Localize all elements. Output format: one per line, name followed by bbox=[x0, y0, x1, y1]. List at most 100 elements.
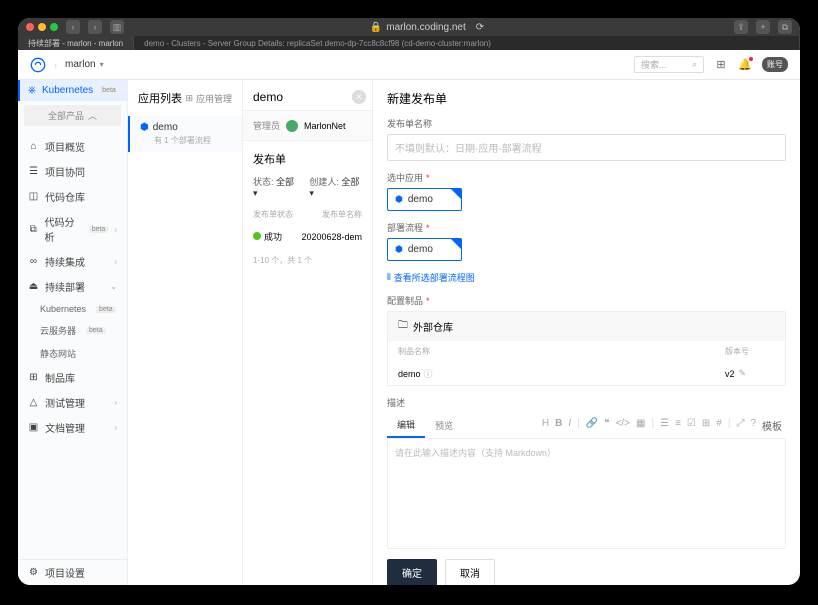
coding-logo-icon bbox=[30, 57, 46, 73]
pipeline-select[interactable]: ⬢demo bbox=[387, 238, 462, 261]
browser-tab-strip: 持续部署 - marlon - marlon demo - Clusters -… bbox=[18, 36, 800, 50]
image-icon[interactable]: ▦ bbox=[636, 418, 645, 433]
tab-edit[interactable]: 编辑 bbox=[387, 413, 425, 438]
share-icon[interactable]: ⇪ bbox=[734, 20, 748, 34]
beta-badge: beta bbox=[86, 327, 106, 334]
sidebar: ⎈ Kubernetes beta 全部产品 ︿ ⌂项目概览 ☰项目协同 ◫代码… bbox=[18, 80, 128, 585]
browser-tab[interactable]: 持续部署 - marlon - marlon bbox=[18, 36, 134, 50]
template-button[interactable]: 模板 bbox=[762, 418, 782, 433]
app-icon: ⬢ bbox=[395, 194, 403, 205]
kubernetes-icon: ⎈ bbox=[28, 85, 36, 96]
artifact-row: demoⓘ v2✎ bbox=[388, 362, 785, 385]
code-icon[interactable]: </> bbox=[616, 418, 630, 433]
close-panel-button[interactable]: × bbox=[352, 90, 366, 104]
sidebar-item-settings[interactable]: ⚙项目设置 bbox=[18, 560, 127, 585]
pipeline-label: 部署流程* bbox=[387, 221, 786, 234]
lock-icon: 🔒 bbox=[370, 22, 382, 33]
detail-column: × demo 管理员 MarlonNet 发布单 状态: 全部 ▾ 创建人: 全… bbox=[243, 80, 373, 585]
paging-text: 1-10 个，共 1 个 bbox=[243, 247, 372, 274]
new-tab-icon[interactable]: + bbox=[756, 20, 770, 34]
hash-icon[interactable]: # bbox=[716, 418, 722, 433]
admin-avatar-icon bbox=[286, 120, 298, 132]
sidebar-item-overview[interactable]: ⌂项目概览 bbox=[18, 134, 127, 159]
search-input[interactable]: 搜索... ⌕ bbox=[634, 56, 704, 73]
search-icon: ⌕ bbox=[692, 59, 697, 70]
description-editor[interactable]: 请在此输入描述内容（支持 Markdown） bbox=[387, 439, 786, 549]
editor-tabs: 编辑 预览 H B I | 🔗 ❝ </> ▦ | ☰ ≡ ☑ ⊞ # | ⤢ … bbox=[387, 413, 786, 439]
scan-icon[interactable]: ⊞ bbox=[714, 58, 728, 72]
tab-preview[interactable]: 预览 bbox=[425, 414, 463, 437]
flask-icon: △ bbox=[28, 397, 39, 408]
sidebar-toggle-icon[interactable]: ▥ bbox=[110, 20, 124, 34]
italic-icon[interactable]: I bbox=[568, 418, 571, 433]
table-icon[interactable]: ⊞ bbox=[702, 418, 710, 433]
reload-icon[interactable]: ⟳ bbox=[476, 22, 484, 33]
view-pipeline-link[interactable]: ⫴查看所选部署流程图 bbox=[387, 271, 786, 284]
heading-icon[interactable]: H bbox=[542, 418, 549, 433]
ol-icon[interactable]: ≡ bbox=[675, 418, 681, 433]
beta-badge: beta bbox=[99, 87, 119, 94]
app-label: 选中应用* bbox=[387, 171, 786, 184]
package-icon: ⊞ bbox=[28, 372, 39, 383]
name-input[interactable]: 不填则默认：日期-应用-部署流程 bbox=[387, 134, 786, 161]
artifact-table-header: 制品名称 版本号 bbox=[388, 341, 785, 362]
sidebar-item-cloud-server[interactable]: 云服务器beta bbox=[18, 319, 127, 342]
sidebar-item-test[interactable]: △测试管理› bbox=[18, 390, 127, 415]
panel-title: 新建发布单 bbox=[387, 90, 786, 107]
confirm-button[interactable]: 确定 bbox=[387, 559, 437, 585]
sidebar-item-docs[interactable]: ▣文档管理› bbox=[18, 415, 127, 440]
quote-icon[interactable]: ❝ bbox=[604, 418, 609, 433]
doc-icon: ▣ bbox=[28, 422, 39, 433]
sidebar-item-analysis[interactable]: ⧉代码分析beta› bbox=[18, 209, 127, 249]
chevron-right-icon: › bbox=[114, 257, 117, 266]
expand-icon[interactable]: ⤢ bbox=[736, 418, 744, 433]
filter-row: 状态: 全部 ▾ 创建人: 全部 ▾ bbox=[243, 171, 372, 203]
name-label: 发布单名称 bbox=[387, 117, 786, 130]
close-window-icon[interactable] bbox=[26, 23, 34, 31]
maximize-window-icon[interactable] bbox=[50, 23, 58, 31]
browser-tab[interactable]: demo - Clusters - Server Group Details: … bbox=[134, 36, 800, 50]
grid-icon: ⊞ bbox=[185, 93, 193, 104]
forward-button[interactable]: › bbox=[88, 20, 102, 34]
back-button[interactable]: ‹ bbox=[66, 20, 80, 34]
release-table-row[interactable]: 成功 20200628-dem bbox=[243, 226, 372, 247]
help-icon[interactable]: ? bbox=[750, 418, 756, 433]
tabs-icon[interactable]: ⧉ bbox=[778, 20, 792, 34]
sidebar-item-k8s-sub[interactable]: Kubernetesbeta bbox=[18, 299, 127, 319]
app-list-column: 应用列表 ⊞应用管理 ⬢demo 有 1 个部署流程 bbox=[128, 80, 243, 585]
link-icon[interactable]: 🔗 bbox=[586, 418, 598, 433]
user-avatar[interactable]: 账号 bbox=[762, 57, 788, 72]
chevron-right-icon: › bbox=[114, 423, 117, 432]
success-status-icon bbox=[253, 232, 261, 240]
sidebar-item-collab[interactable]: ☰项目协同 bbox=[18, 159, 127, 184]
check-icon[interactable]: ☑ bbox=[687, 418, 696, 433]
home-icon: ⌂ bbox=[28, 141, 39, 152]
deploy-icon: ⏏ bbox=[28, 281, 39, 292]
app-list-item[interactable]: ⬢demo 有 1 个部署流程 bbox=[128, 116, 242, 152]
chevron-down-icon: ⌄ bbox=[110, 282, 117, 291]
sidebar-item-static-site[interactable]: 静态网站 bbox=[18, 342, 127, 365]
chevron-up-icon: ︿ bbox=[88, 109, 97, 122]
editor-toolbar: H B I | 🔗 ❝ </> ▦ | ☰ ≡ ☑ ⊞ # | ⤢ ? 模板 bbox=[542, 418, 786, 433]
product-dropdown[interactable]: 全部产品 ︿ bbox=[24, 105, 121, 126]
admin-row: 管理员 MarlonNet bbox=[243, 110, 372, 141]
bold-icon[interactable]: B bbox=[555, 418, 562, 433]
edit-icon[interactable]: ✎ bbox=[739, 368, 747, 379]
repo-icon: ◫ bbox=[28, 191, 39, 202]
sidebar-item-repo[interactable]: ◫代码仓库 bbox=[18, 184, 127, 209]
sidebar-item-kubernetes[interactable]: ⎈ Kubernetes beta bbox=[18, 80, 127, 101]
app-manage-link[interactable]: ⊞应用管理 bbox=[185, 92, 232, 105]
folder-icon: 🗀 bbox=[398, 318, 408, 335]
ul-icon[interactable]: ☰ bbox=[660, 418, 669, 433]
breadcrumb[interactable]: marlon ▾ bbox=[65, 59, 104, 70]
chevron-down-icon: ▾ bbox=[100, 60, 104, 69]
cancel-button[interactable]: 取消 bbox=[445, 559, 495, 585]
sidebar-item-artifact[interactable]: ⊞制品库 bbox=[18, 365, 127, 390]
minimize-window-icon[interactable] bbox=[38, 23, 46, 31]
url-bar[interactable]: 🔒 marlon.coding.net ⟳ bbox=[128, 22, 726, 33]
sidebar-item-cd[interactable]: ⏏持续部署⌄ bbox=[18, 274, 127, 299]
sidebar-item-ci[interactable]: ∞持续集成› bbox=[18, 249, 127, 274]
app-select[interactable]: ⬢demo bbox=[387, 188, 462, 211]
info-icon[interactable]: ⓘ bbox=[424, 367, 433, 380]
notification-icon[interactable]: 🔔 bbox=[738, 58, 752, 72]
